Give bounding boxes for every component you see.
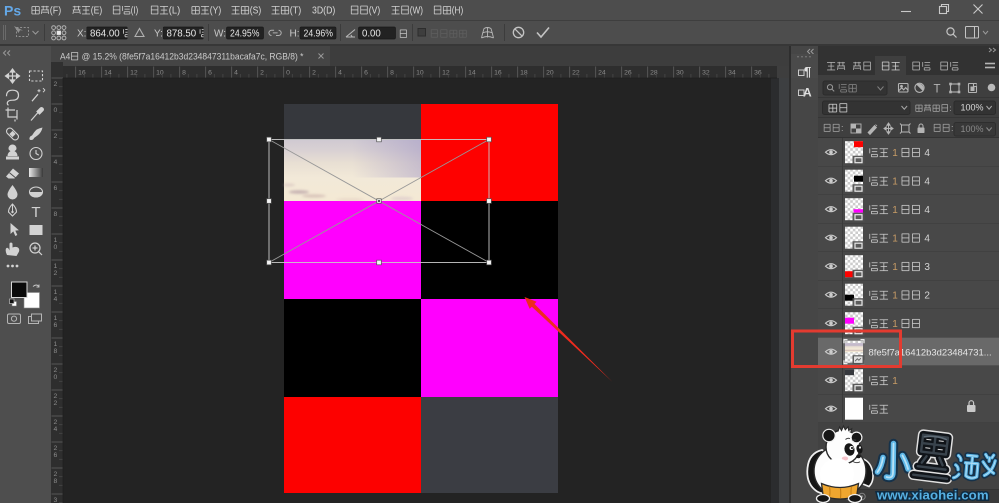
- svg-text:Ps: Ps: [4, 3, 21, 19]
- svg-text:4: 4: [54, 426, 58, 433]
- svg-text:2: 2: [54, 471, 58, 478]
- svg-text:(E): (E): [91, 6, 102, 17]
- svg-text:30: 30: [676, 70, 684, 77]
- svg-text:24: 24: [598, 70, 606, 77]
- svg-text:2: 2: [54, 445, 58, 452]
- svg-text:A4: A4: [60, 52, 70, 62]
- svg-text:3D(D): 3D(D): [312, 6, 335, 17]
- svg-text:8: 8: [182, 70, 186, 77]
- svg-text:3: 3: [922, 262, 931, 273]
- svg-text:6: 6: [54, 322, 58, 329]
- svg-text:1: 1: [890, 376, 899, 387]
- svg-text:W:: W:: [214, 29, 226, 40]
- svg-text:0: 0: [54, 244, 58, 251]
- svg-text:10: 10: [416, 70, 424, 77]
- svg-text:8: 8: [54, 211, 58, 218]
- svg-text:0: 0: [54, 374, 58, 381]
- svg-text:(L): (L): [169, 6, 180, 17]
- svg-text:26: 26: [624, 70, 632, 77]
- svg-text:14: 14: [104, 70, 112, 77]
- svg-text:1: 1: [54, 341, 58, 348]
- svg-text:0: 0: [54, 107, 58, 114]
- svg-text:20: 20: [546, 70, 554, 77]
- svg-text:10: 10: [156, 70, 164, 77]
- svg-text:2: 2: [922, 291, 931, 302]
- svg-text::: :: [951, 123, 954, 133]
- svg-text:4: 4: [922, 148, 931, 159]
- svg-text:0: 0: [286, 70, 290, 77]
- svg-text:4: 4: [234, 70, 238, 77]
- svg-text:1: 1: [54, 289, 58, 296]
- svg-text:24.95%: 24.95%: [230, 28, 260, 39]
- svg-text:16: 16: [78, 70, 86, 77]
- svg-text:6: 6: [54, 185, 58, 192]
- svg-text:4: 4: [922, 177, 931, 188]
- svg-text::: :: [841, 123, 844, 133]
- svg-text:12: 12: [130, 70, 138, 77]
- svg-text:8: 8: [54, 348, 58, 355]
- svg-text:(T): (T): [290, 6, 301, 17]
- svg-text:(S): (S): [250, 6, 261, 17]
- svg-text:24.96%: 24.96%: [304, 28, 334, 39]
- svg-text:4: 4: [922, 205, 931, 216]
- svg-text:1: 1: [54, 237, 58, 244]
- svg-text:www.xiaohei.com: www.xiaohei.com: [876, 488, 989, 503]
- svg-text:X:: X:: [77, 29, 86, 40]
- svg-text:864.00: 864.00: [90, 28, 122, 39]
- svg-text:4: 4: [54, 159, 58, 166]
- svg-text:32: 32: [702, 70, 710, 77]
- svg-text:6: 6: [364, 70, 368, 77]
- svg-text:2: 2: [54, 133, 58, 140]
- svg-text:2: 2: [54, 367, 58, 374]
- svg-text:2: 2: [54, 270, 58, 277]
- svg-text:2: 2: [54, 400, 58, 407]
- svg-text:8: 8: [54, 478, 58, 485]
- svg-text:(V): (V): [369, 6, 380, 17]
- svg-text:100%: 100%: [961, 103, 984, 113]
- svg-text:T: T: [31, 204, 40, 221]
- svg-text:(I): (I): [131, 6, 138, 17]
- svg-text:6: 6: [54, 452, 58, 459]
- svg-text:22: 22: [572, 70, 580, 77]
- svg-text:@ 15.2% (8fe5f7a16412b3d234847: @ 15.2% (8fe5f7a16412b3d234847311bacafa7…: [79, 52, 304, 62]
- svg-text:16: 16: [494, 70, 502, 77]
- svg-text:2: 2: [54, 419, 58, 426]
- svg-text:6: 6: [208, 70, 212, 77]
- svg-text:Y:: Y:: [154, 29, 163, 40]
- svg-text:8: 8: [390, 70, 394, 77]
- svg-text:1: 1: [54, 263, 58, 270]
- svg-text:34: 34: [728, 70, 736, 77]
- svg-text:18: 18: [520, 70, 528, 77]
- svg-text:(Y): (Y): [210, 6, 221, 17]
- svg-text:(H): (H): [452, 6, 463, 17]
- svg-text:12: 12: [442, 70, 450, 77]
- svg-text:H:: H:: [290, 29, 300, 40]
- svg-text:0.00: 0.00: [362, 28, 381, 39]
- svg-text:2: 2: [54, 393, 58, 400]
- svg-text:4: 4: [338, 70, 342, 77]
- svg-text:14: 14: [468, 70, 476, 77]
- svg-text:1: 1: [54, 315, 58, 322]
- svg-text:36: 36: [754, 70, 762, 77]
- svg-text:4: 4: [922, 234, 931, 245]
- svg-text:2: 2: [54, 81, 58, 88]
- svg-text::: :: [949, 103, 951, 113]
- svg-text:878.50: 878.50: [167, 28, 199, 39]
- svg-text:(W): (W): [410, 6, 423, 17]
- svg-text:3: 3: [54, 497, 58, 503]
- svg-text:¶: ¶: [804, 64, 811, 79]
- svg-text:8fe5f7a16412b3d23484731...: 8fe5f7a16412b3d23484731...: [869, 348, 992, 358]
- svg-text:(F): (F): [50, 6, 61, 17]
- svg-text:T: T: [933, 84, 940, 96]
- svg-text:2: 2: [260, 70, 264, 77]
- svg-text:28: 28: [650, 70, 658, 77]
- svg-text:4: 4: [54, 296, 58, 303]
- svg-text:2: 2: [312, 70, 316, 77]
- svg-text:100%: 100%: [961, 124, 984, 134]
